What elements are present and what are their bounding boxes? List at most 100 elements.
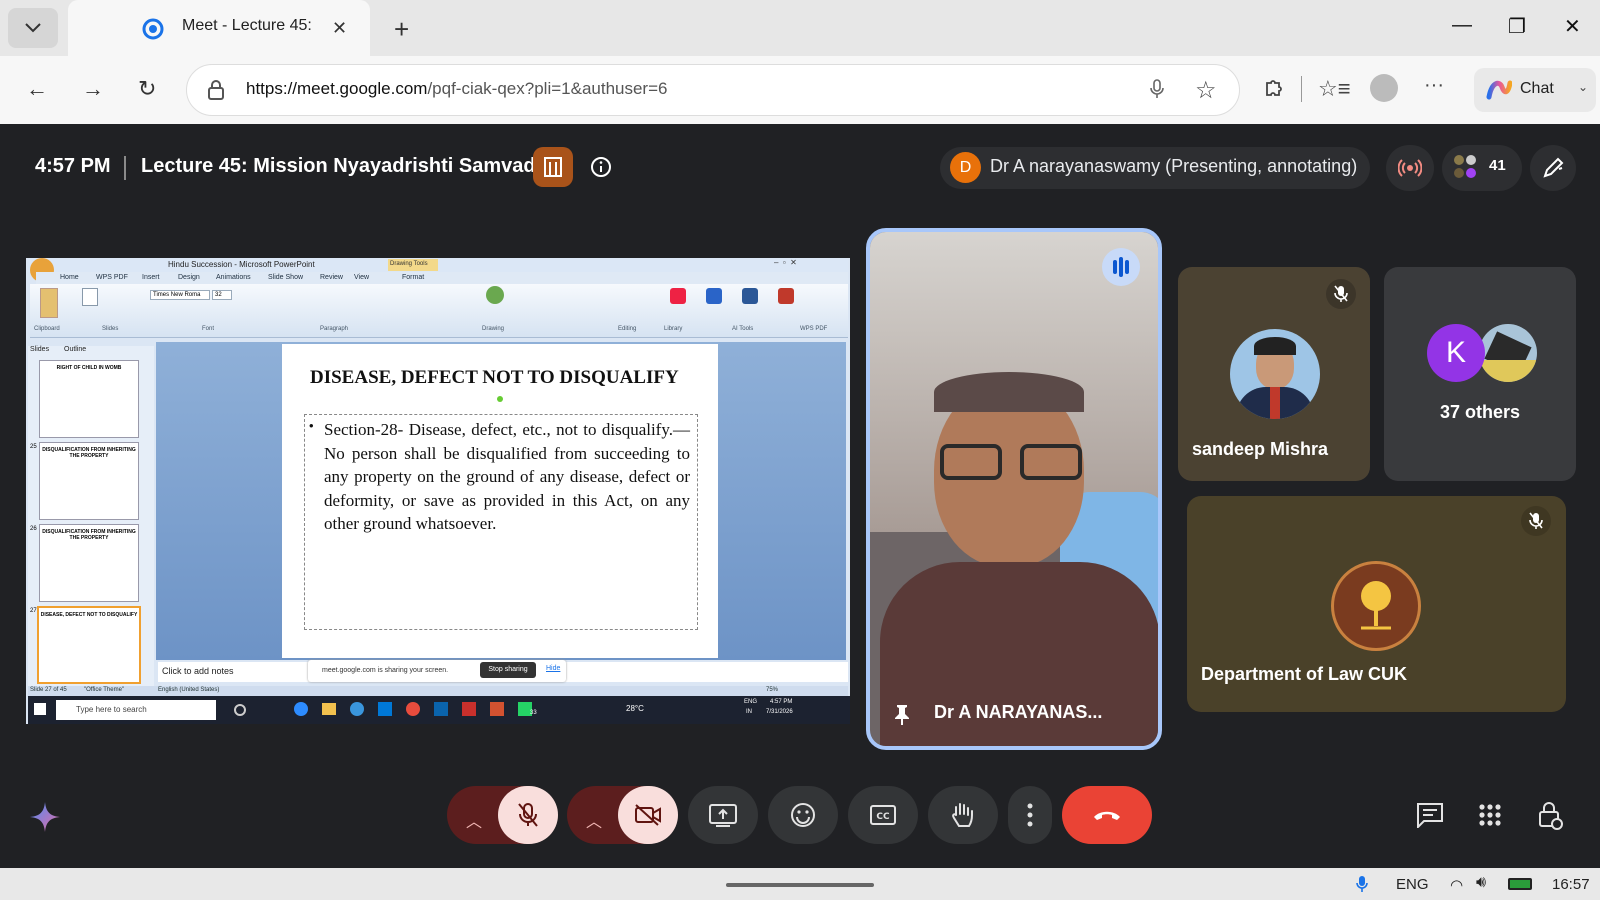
tab-list-button[interactable] (8, 8, 58, 48)
slide-thumbnail-selected[interactable]: DISEASE, DEFECT NOT TO DISQUALIFY (37, 606, 141, 684)
zoom-app-icon[interactable] (294, 702, 308, 716)
activities-icon[interactable] (1478, 803, 1502, 827)
annotation-button[interactable] (1530, 145, 1576, 191)
window-close-button[interactable]: ✕ (1564, 14, 1581, 39)
volume-icon[interactable]: 🔊︎ (1476, 874, 1486, 892)
slide-thumbnail[interactable]: DISQUALIFICATION FROM INHERITING THE PRO… (39, 524, 139, 602)
ppt-window-controls[interactable]: – ▫ ✕ (774, 258, 797, 267)
wifi-icon[interactable]: ◠ (1450, 876, 1463, 894)
others-tile[interactable]: K 37 others (1384, 267, 1576, 481)
status-zoom[interactable]: 75% (766, 687, 778, 693)
reload-button[interactable]: ↻ (138, 76, 156, 102)
captions-button[interactable]: CC (848, 786, 918, 844)
font-size-box[interactable]: 32 (212, 290, 232, 300)
forward-button[interactable]: → (82, 76, 104, 102)
leave-call-button[interactable] (1062, 786, 1152, 844)
site-info-icon[interactable] (208, 80, 224, 100)
favorites-icon[interactable]: ☆≡ (1318, 76, 1351, 102)
ai-generate-icon[interactable] (742, 288, 758, 304)
cortana-icon[interactable] (234, 704, 246, 716)
ribbon-tab[interactable]: Review (320, 274, 343, 281)
ribbon-tab[interactable]: Insert (142, 274, 160, 281)
live-stream-button[interactable] (1386, 145, 1434, 191)
tab-close-icon[interactable]: ✕ (332, 18, 347, 39)
more-options-button[interactable] (1008, 786, 1052, 844)
font-name-box[interactable]: Times New Roma (150, 290, 210, 300)
os-microphone-icon[interactable] (1356, 875, 1368, 893)
new-tab-button[interactable]: + (394, 14, 409, 45)
chrome-icon[interactable] (406, 702, 420, 716)
outlook-icon[interactable] (434, 702, 448, 716)
paste-icon[interactable] (40, 288, 58, 318)
slide-thumbnail[interactable]: DISQUALIFICATION FROM INHERITING THE PRO… (39, 442, 139, 520)
camera-options-chevron-icon[interactable]: ︿ (586, 808, 602, 832)
wps-icon[interactable] (462, 702, 476, 716)
host-lock-icon[interactable] (1538, 800, 1564, 830)
panel-tab-slides[interactable]: Slides (30, 346, 49, 353)
mic-options-chevron-icon[interactable]: ︿ (466, 808, 482, 832)
os-clock[interactable]: 16:57 (1552, 876, 1590, 893)
parallel-translate-icon[interactable] (706, 288, 722, 304)
os-language[interactable]: ENG (1396, 876, 1429, 893)
taskbar-search[interactable]: Type here to search (56, 700, 216, 720)
restore-button[interactable]: ❐ (1508, 14, 1526, 39)
ribbon-tab[interactable]: Slide Show (268, 274, 303, 281)
chat-icon[interactable] (1416, 802, 1444, 828)
speaking-indicator (1102, 248, 1140, 286)
back-button[interactable]: ← (26, 76, 48, 102)
raise-hand-button[interactable] (928, 786, 998, 844)
ribbon-tab[interactable]: Home (60, 274, 79, 281)
windows-start-icon[interactable] (34, 703, 46, 715)
camera-toggle-button[interactable] (618, 786, 678, 844)
edge-icon[interactable] (350, 702, 364, 716)
create-pdf-icon[interactable] (778, 288, 794, 304)
participant-name: Dr A NARAYANAS... (934, 702, 1103, 722)
extensions-icon[interactable] (1262, 76, 1286, 100)
active-speaker-tile[interactable] (866, 228, 1162, 750)
mic-toggle-button[interactable] (498, 786, 558, 844)
reactions-button[interactable] (768, 786, 838, 844)
meeting-info-icon[interactable] (590, 156, 612, 178)
new-slide-icon[interactable] (82, 288, 98, 306)
os-gesture-handle[interactable] (726, 883, 874, 887)
favorite-star-icon[interactable]: ☆ (1195, 76, 1217, 105)
stop-sharing-button[interactable]: Stop sharing (480, 662, 536, 678)
url-path: /pqf-ciak-qex?pli=1&authuser=6 (427, 79, 668, 98)
status-theme: "Office Theme" (84, 687, 125, 693)
status-language: English (United States) (158, 687, 220, 693)
panel-tab-outline[interactable]: Outline (64, 346, 86, 353)
profile-avatar[interactable] (1370, 74, 1398, 102)
participant-tile[interactable]: Department of Law CUK (1187, 496, 1566, 712)
url-text[interactable]: https://meet.google.com/pqf-ciak-qex?pli… (246, 79, 667, 99)
host-controls-button[interactable] (533, 147, 573, 187)
hide-link[interactable]: Hide (546, 665, 560, 672)
store-icon[interactable] (378, 702, 392, 716)
rotate-handle[interactable] (497, 396, 503, 402)
ribbon-tab[interactable]: Animations (216, 274, 251, 281)
ribbon-tab[interactable]: View (354, 274, 369, 281)
ribbon-tab[interactable]: Format (402, 274, 424, 281)
microphone-icon[interactable] (1150, 79, 1164, 99)
pin-icon[interactable] (894, 704, 910, 726)
battery-icon[interactable] (1508, 878, 1532, 890)
group-label: Editing (618, 326, 637, 332)
present-screen-button[interactable] (688, 786, 758, 844)
file-explorer-icon[interactable] (322, 703, 336, 715)
ribbon-tab[interactable]: WPS PDF (96, 274, 128, 281)
mic-off-icon (1326, 279, 1356, 309)
participant-name: Department of Law CUK (1201, 664, 1408, 684)
more-menu-icon[interactable]: ··· (1424, 74, 1444, 97)
copilot-chat-button[interactable]: Chat ⌄ (1474, 68, 1596, 112)
ribbon-tab[interactable]: Design (178, 274, 200, 281)
slide-thumbnail[interactable]: RIGHT OF CHILD IN WOMB (39, 360, 139, 438)
gemini-icon[interactable] (28, 800, 62, 834)
participant-tile[interactable]: sandeep Mishra (1178, 267, 1370, 481)
powerpoint-icon[interactable] (490, 702, 504, 716)
thumbnail-number: 26 (30, 526, 37, 532)
templates-icon[interactable] (670, 288, 686, 304)
others-count-label: 37 others (1439, 402, 1521, 422)
quick-styles-icon[interactable] (486, 286, 504, 304)
minimize-button[interactable]: — (1452, 14, 1472, 37)
people-button[interactable] (1442, 145, 1522, 191)
header-divider (124, 156, 126, 180)
